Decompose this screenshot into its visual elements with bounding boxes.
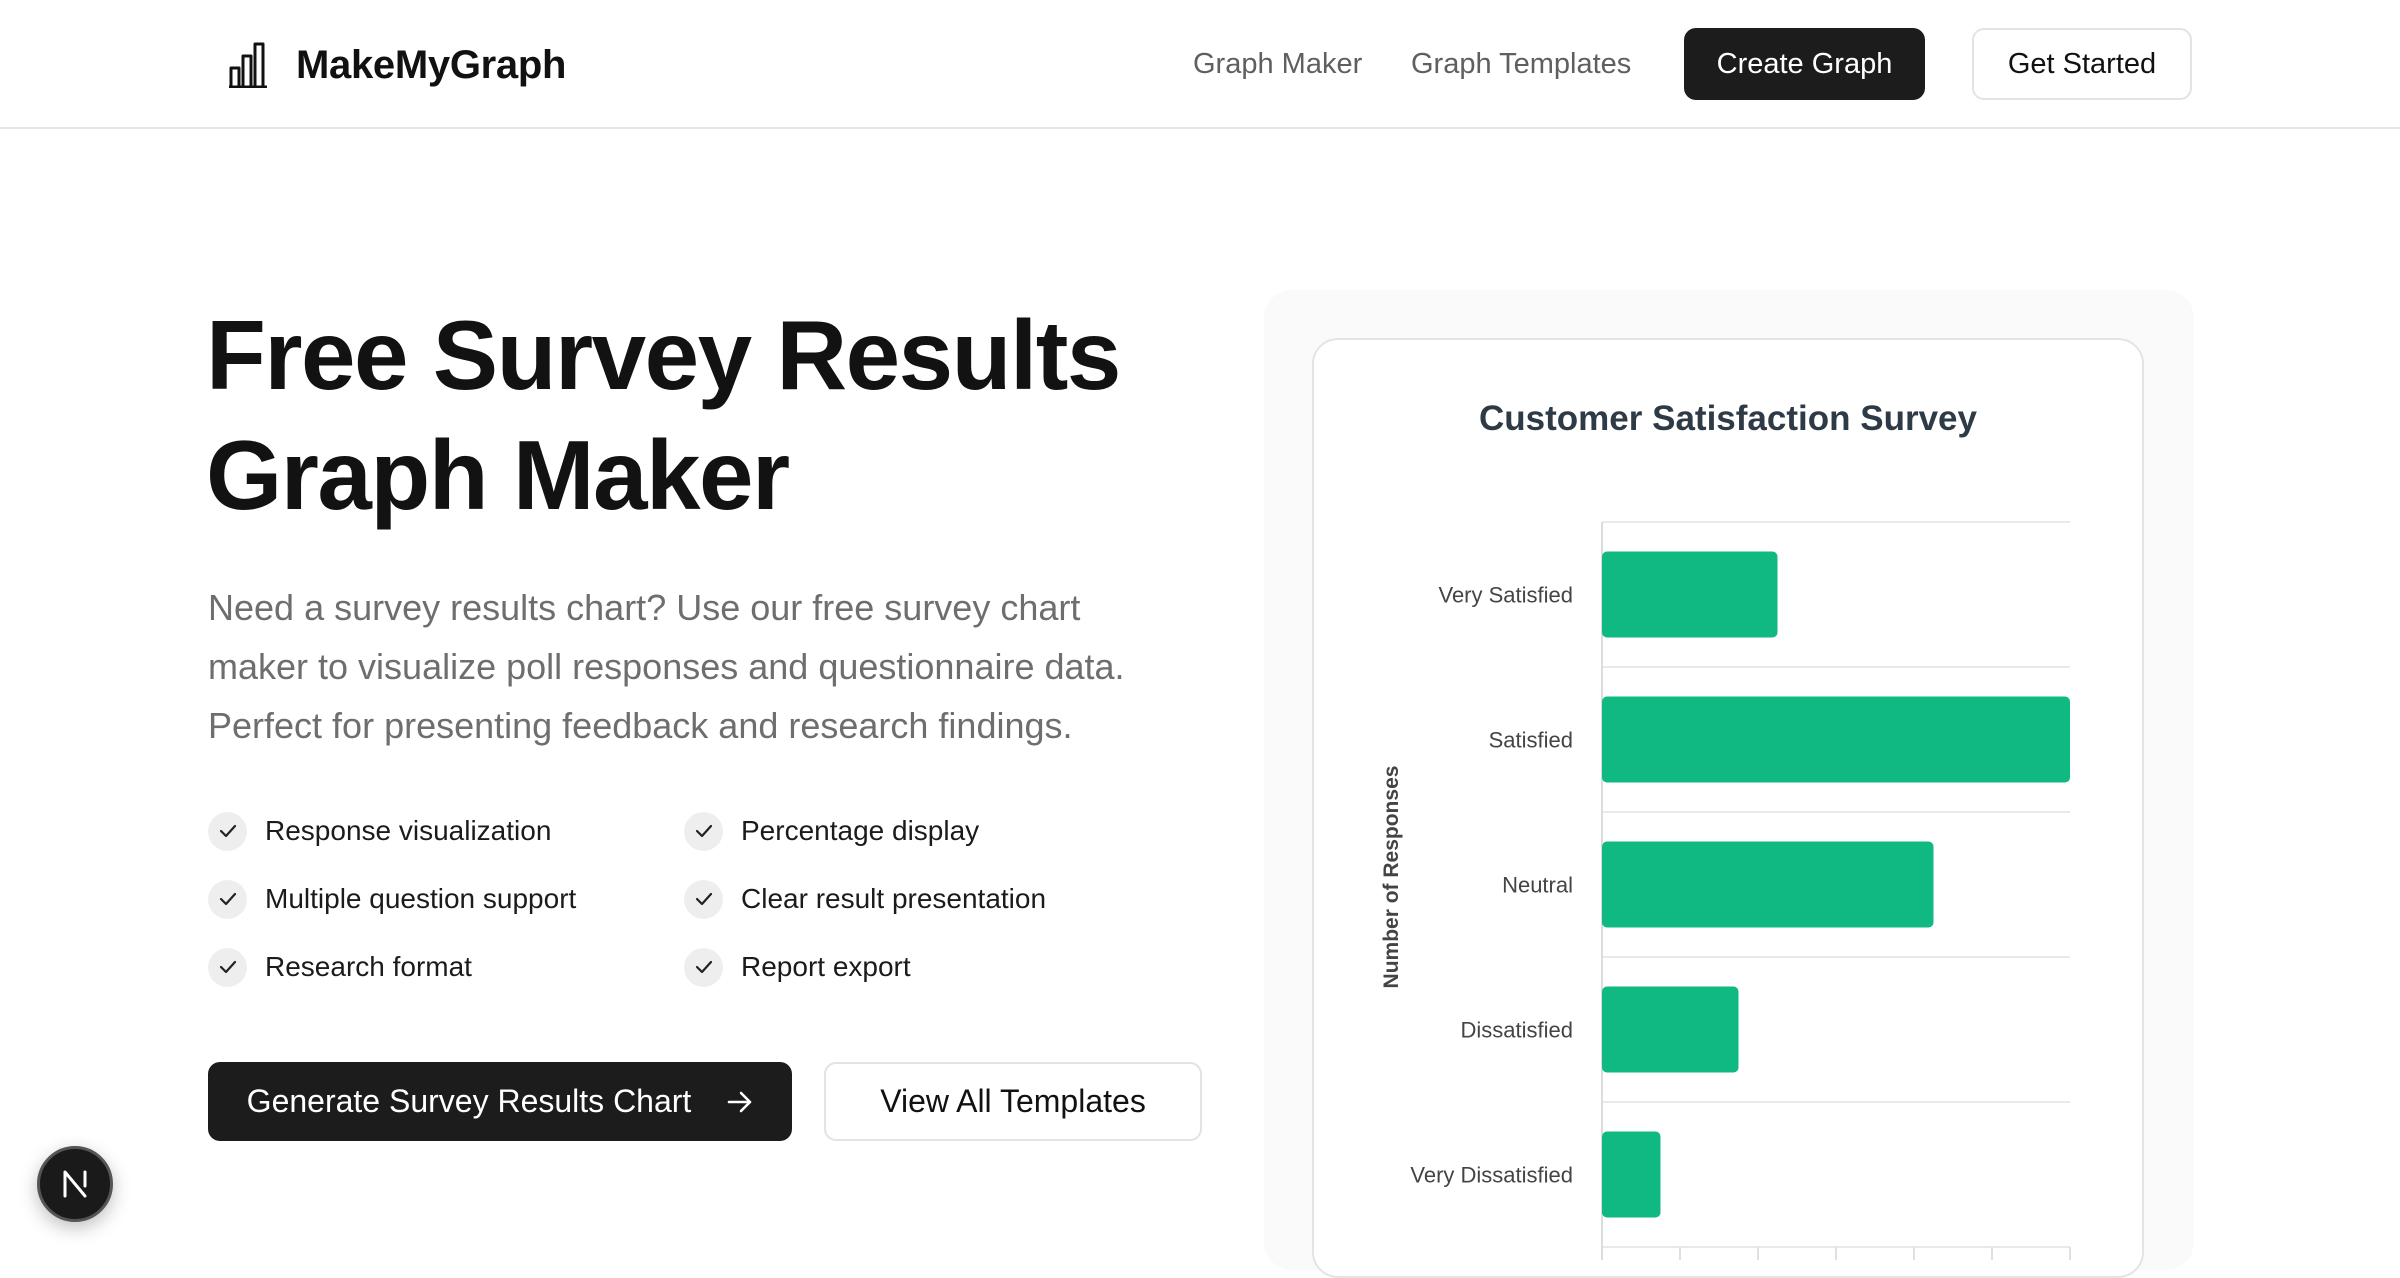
chart-category-label: Neutral	[1502, 873, 1573, 898]
chart-title: Customer Satisfaction Survey	[1479, 399, 1977, 438]
chart-bar	[1602, 1131, 1661, 1218]
chart-bar	[1602, 696, 2070, 783]
chart-bar	[1602, 841, 1934, 928]
chart-category-label: Very Satisfied	[1438, 583, 1573, 608]
chart-category-label: Very Dissatisfied	[1410, 1163, 1573, 1188]
chart-y-axis-label: Number of Responses	[1380, 766, 1403, 989]
chart-bar	[1602, 551, 1778, 638]
chart-bar	[1602, 986, 1739, 1073]
survey-bar-chart: Customer Satisfaction Survey Very Satisfi…	[1380, 399, 2071, 1260]
chart-category-label: Dissatisfied	[1461, 1018, 1573, 1043]
chart-category-label: Satisfied	[1489, 728, 1573, 753]
